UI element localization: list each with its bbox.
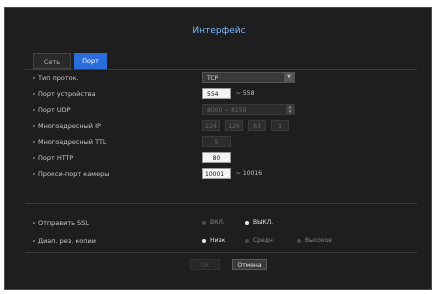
protocol-select[interactable]: TCP ▼ [202,72,295,83]
multicast-ip-octet-3[interactable]: 63 [248,120,266,131]
radio-unchecked-icon [297,239,301,243]
dialog-title: Интерфейс [192,26,246,36]
ssl-on-label: ВКЛ. [210,219,225,226]
footer-divider [25,252,417,253]
cancel-button[interactable]: Отмена [232,259,267,270]
bullet-icon [33,125,35,127]
bullet-icon [33,157,35,159]
bullet-icon [33,93,35,95]
bullet-icon [33,141,35,143]
multicast-ttl-label: Многоадресный TTL [38,138,107,146]
chevron-down-icon: ▼ [284,73,294,82]
bullet-icon [33,173,35,175]
bullet-icon [33,77,35,79]
multicast-ip-octet-2[interactable]: 126 [225,120,243,131]
http-port-input[interactable]: 80 [202,152,231,163]
multicast-ip-label: Многоадресный IP [38,122,101,130]
radio-unchecked-icon [202,221,206,225]
multicast-ip-octet-4[interactable]: 1 [271,120,289,131]
spinner-arrows-icon[interactable]: ▲ ▼ [286,104,294,114]
http-port-label: Порт HTTP [38,154,74,162]
tab-divider [25,69,417,70]
radio-checked-icon [202,239,206,243]
bullet-icon [33,109,35,111]
copy-range-low-label: Низк [210,237,226,244]
ssl-label: Отправить SSL [38,219,89,227]
device-port-input[interactable]: 554 [202,88,231,99]
ok-button[interactable]: OK [190,259,220,270]
tab-network[interactable]: Сеть [33,53,71,69]
copy-range-medium-label: Средн. [253,237,275,244]
camera-proxy-label: Прокси-порт камеры [38,170,110,178]
tab-port[interactable]: Порт [74,53,107,69]
protocol-label: Тип проток. [38,74,79,82]
radio-checked-icon [245,221,249,225]
copy-range-label: Диап. рез. копии [38,237,96,245]
udp-port-input[interactable]: 8000 ~ 8159 ▲ ▼ [202,104,295,115]
device-port-range: ~ 558 [236,90,255,97]
udp-port-value: 8000 ~ 8159 [207,107,247,114]
device-port-label: Порт устройства [38,90,96,98]
udp-port-label: Порт UDP [38,106,71,114]
interface-dialog: Интерфейс Сеть Порт Тип проток. TCP ▼ По… [4,7,432,290]
multicast-ttl-input[interactable]: 5 [202,136,231,147]
section-divider [25,203,417,204]
protocol-value: TCP [207,75,219,82]
radio-unchecked-icon [245,239,249,243]
bullet-icon [33,240,35,242]
camera-proxy-input[interactable]: 10001 [202,168,231,179]
multicast-ip-octet-1[interactable]: 224 [202,120,220,131]
camera-proxy-range: ~ 10016 [236,170,263,177]
copy-range-high-label: Высокое [305,237,332,244]
bullet-icon [33,222,35,224]
ssl-off-label: ВЫКЛ. [253,219,274,226]
